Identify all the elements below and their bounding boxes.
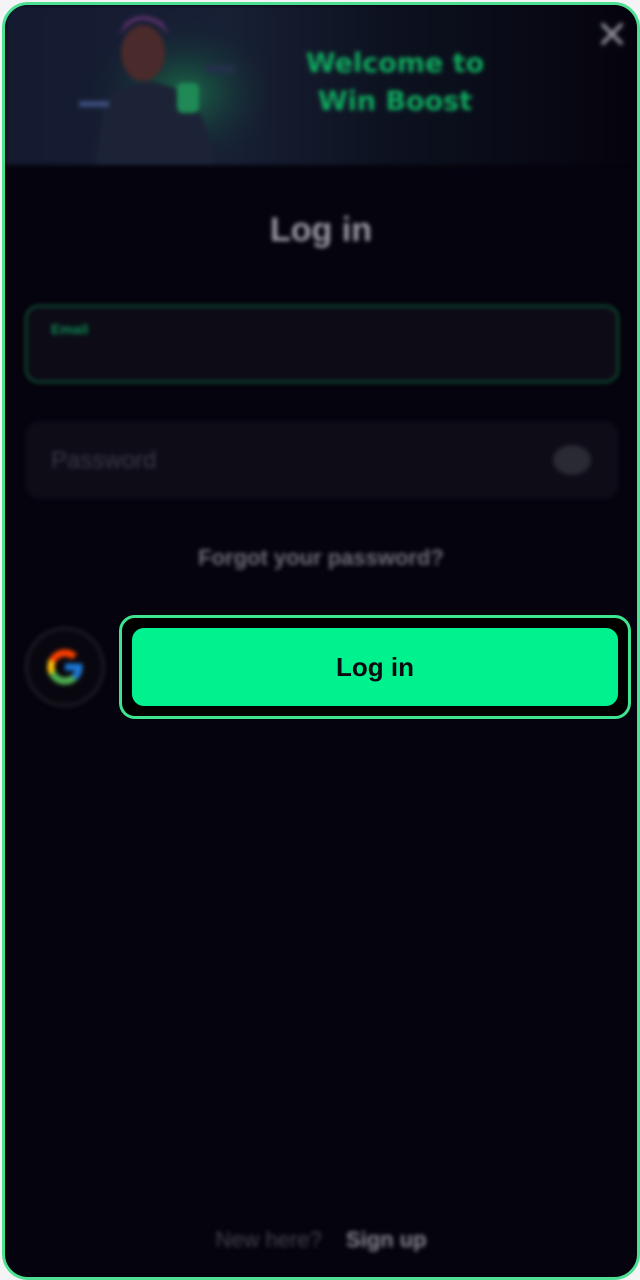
phone-frame: Welcome to Win Boost Log in Email Passwo… bbox=[2, 2, 640, 1280]
email-field[interactable]: Email bbox=[25, 305, 619, 383]
eye-icon[interactable] bbox=[553, 445, 591, 475]
new-here-text: New here? bbox=[215, 1227, 322, 1252]
password-field[interactable]: Password bbox=[25, 421, 619, 499]
google-icon bbox=[47, 649, 83, 685]
page-title: Log in bbox=[270, 211, 372, 249]
hero-character-image bbox=[65, 5, 265, 165]
login-button-highlight: Log in bbox=[119, 615, 631, 719]
password-placeholder: Password bbox=[51, 447, 157, 474]
welcome-banner: Welcome to Win Boost bbox=[5, 5, 637, 165]
banner-title: Welcome to Win Boost bbox=[285, 45, 505, 121]
close-icon[interactable] bbox=[599, 21, 625, 47]
signup-prompt: New here? Sign up bbox=[5, 1227, 637, 1253]
google-login-button[interactable] bbox=[25, 627, 105, 707]
forgot-password-link[interactable]: Forgot your password? bbox=[5, 545, 637, 571]
login-button[interactable]: Log in bbox=[132, 628, 618, 706]
banner-title-line1: Welcome to bbox=[305, 48, 485, 79]
email-label: Email bbox=[51, 321, 89, 337]
signup-link[interactable]: Sign up bbox=[346, 1227, 427, 1252]
banner-title-line2: Win Boost bbox=[317, 86, 473, 117]
